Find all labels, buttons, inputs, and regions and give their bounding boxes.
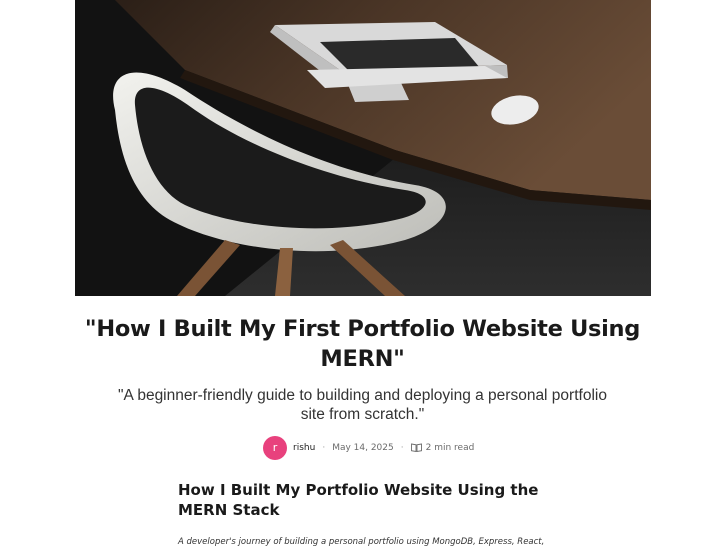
read-time: 2 min read: [425, 442, 475, 453]
post-date: May 14, 2025: [332, 442, 394, 453]
author-name[interactable]: rishu: [293, 443, 315, 453]
hero-photo: [75, 0, 651, 296]
post-title: "How I Built My First Portfolio Website …: [84, 316, 641, 372]
article-intro: A developer's journey of building a pers…: [178, 537, 545, 547]
post-subtitle: "A beginner-friendly guide to building a…: [118, 387, 607, 423]
meta-separator: ·: [322, 442, 326, 453]
meta-separator: ·: [400, 442, 404, 453]
author-avatar[interactable]: r: [263, 435, 287, 460]
article-heading: How I Built My Portfolio Website Using t…: [178, 481, 539, 519]
post-meta: r rishu · May 14, 2025 · 2 min read: [263, 435, 474, 460]
book-icon: [410, 443, 422, 452]
hero-image: [75, 0, 651, 296]
